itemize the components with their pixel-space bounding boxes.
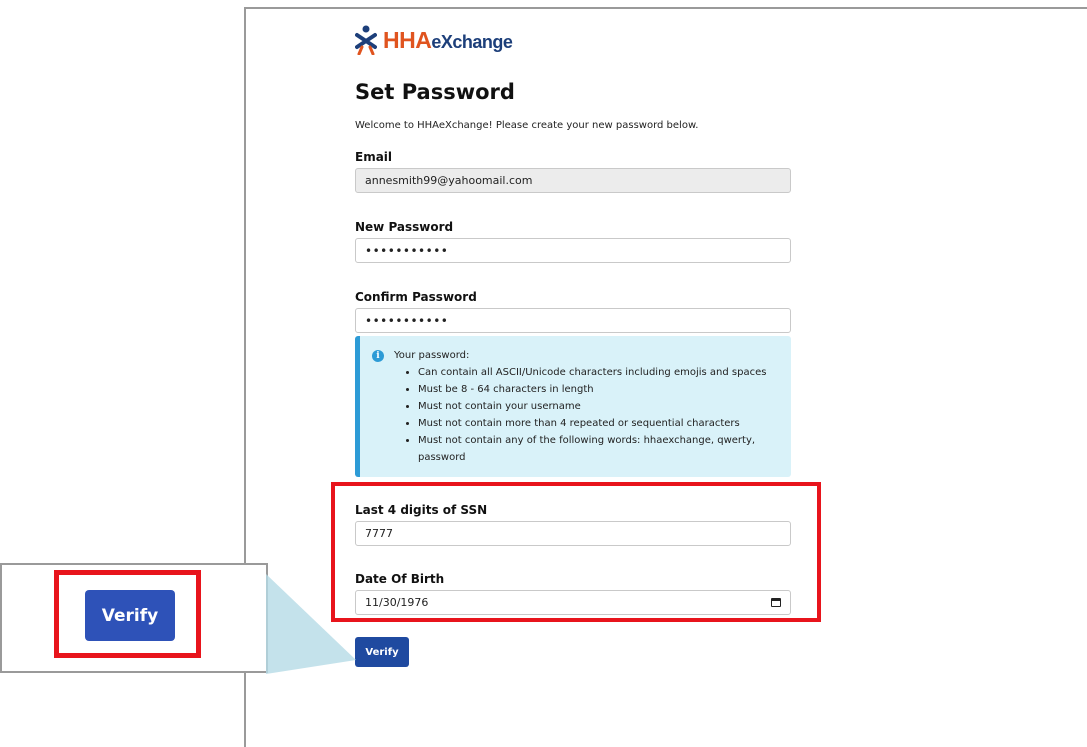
person-logo-icon — [355, 25, 377, 55]
list-item: Must not contain any of the following wo… — [418, 432, 779, 466]
list-item: Can contain all ASCII/Unicode characters… — [418, 364, 779, 381]
email-field[interactable]: annesmith99@yahoomail.com — [355, 168, 791, 193]
password-rules-list: Can contain all ASCII/Unicode characters… — [372, 364, 779, 466]
verify-button[interactable]: Verify — [355, 637, 409, 667]
logo-wordmark: HHAeXchange — [383, 26, 513, 53]
new-password-label: New Password — [355, 220, 454, 234]
highlight-box — [331, 482, 821, 622]
welcome-message: Welcome to HHAeXchange! Please create yo… — [355, 120, 699, 131]
list-item: Must be 8 - 64 characters in length — [418, 381, 779, 398]
page-title: Set Password — [355, 80, 515, 104]
hhaexchange-logo: HHAeXchange — [355, 23, 513, 57]
list-item: Must not contain your username — [418, 398, 779, 415]
email-label: Email — [355, 150, 393, 164]
password-rules-alert: i Your password: Can contain all ASCII/U… — [355, 336, 791, 477]
info-icon: i — [372, 349, 384, 362]
zoom-callout-connector — [266, 574, 356, 674]
password-rules-heading: Your password: — [394, 350, 470, 361]
confirm-password-label: Confirm Password — [355, 290, 477, 304]
confirm-password-field[interactable]: ••••••••••• — [355, 308, 791, 333]
new-password-field[interactable]: ••••••••••• — [355, 238, 791, 263]
zoom-highlight-box — [54, 570, 201, 658]
list-item: Must not contain more than 4 repeated or… — [418, 415, 779, 432]
